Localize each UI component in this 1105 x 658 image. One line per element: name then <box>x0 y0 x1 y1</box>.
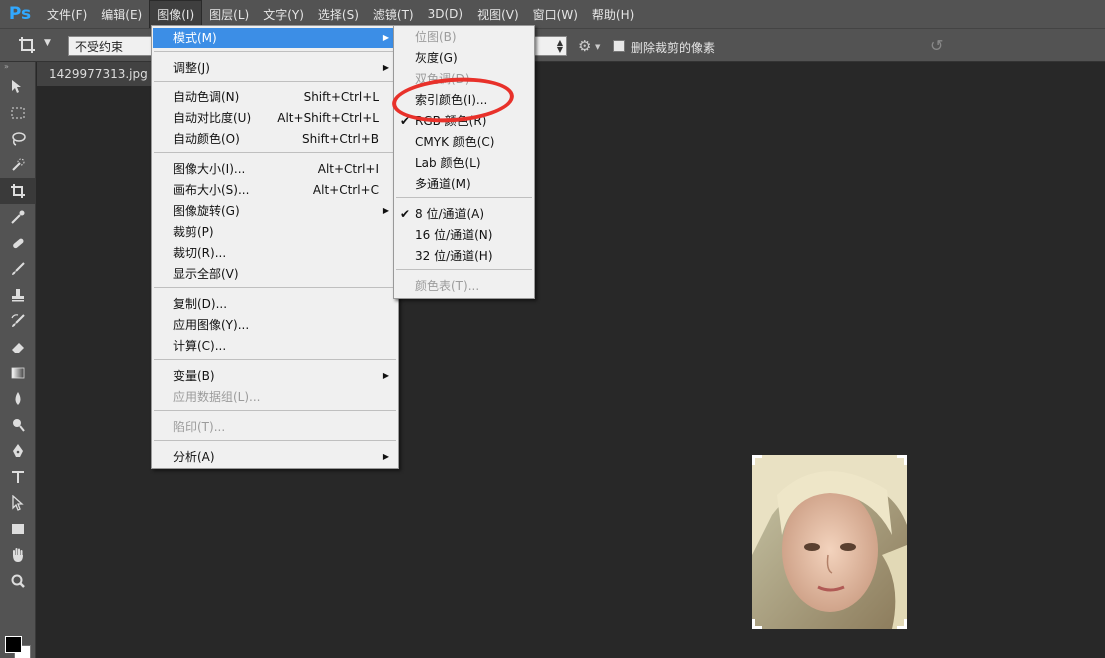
menu-separator <box>154 359 396 360</box>
menu-item-8-bits[interactable]: ✔ 8 位/通道(A) <box>395 204 533 224</box>
panel-grip-icon[interactable]: » <box>0 62 35 74</box>
menu-item-crop[interactable]: 裁剪(P) <box>153 222 397 242</box>
tool-preset-caret-icon[interactable]: ▼ <box>44 38 51 48</box>
foreground-color-swatch[interactable] <box>5 636 22 653</box>
eyedropper-tool-icon[interactable] <box>0 204 36 230</box>
hand-tool-icon[interactable] <box>0 542 36 568</box>
crop-tool-icon[interactable] <box>18 36 40 56</box>
menu-item-canvas-size[interactable]: 画布大小(S)... Alt+Ctrl+C <box>153 180 397 200</box>
menu-item-bitmap: 位图(B) <box>415 30 457 44</box>
menu-edit[interactable]: 编辑(E) <box>94 0 149 28</box>
menu-item-auto-contrast[interactable]: 自动对比度(U) Alt+Shift+Ctrl+L <box>153 108 397 128</box>
menu-separator <box>154 410 396 411</box>
crop-corner-handle[interactable] <box>752 619 755 629</box>
menu-3d[interactable]: 3D(D) <box>421 0 470 28</box>
menu-item-analysis[interactable]: 分析(A) ▶ <box>153 447 397 467</box>
menu-filter[interactable]: 滤镜(T) <box>366 0 421 28</box>
menu-layer[interactable]: 图层(L) <box>202 0 256 28</box>
menu-separator <box>154 287 396 288</box>
menu-separator <box>396 197 532 198</box>
menu-item-mode[interactable]: 模式(M) ▶ <box>153 28 397 48</box>
gradient-tool-icon[interactable] <box>0 360 36 386</box>
type-tool-icon[interactable] <box>0 464 36 490</box>
reset-icon[interactable]: ↺ <box>930 36 943 55</box>
eraser-tool-icon[interactable] <box>0 334 36 360</box>
menu-type[interactable]: 文字(Y) <box>256 0 311 28</box>
menu-window[interactable]: 窗口(W) <box>526 0 585 28</box>
menu-item-lab-color[interactable]: Lab 颜色(L) <box>395 153 533 173</box>
submenu-arrow-icon: ▶ <box>382 371 389 380</box>
menu-item-trap: 陷印(T)... <box>173 420 226 434</box>
clone-stamp-tool-icon[interactable] <box>0 282 36 308</box>
menu-item-multichannel[interactable]: 多通道(M) <box>395 174 533 194</box>
crop-tool-icon[interactable] <box>0 178 36 204</box>
menu-item-adjustments[interactable]: 调整(J) ▶ <box>153 58 397 78</box>
document-tab[interactable]: 1429977313.jpg @ <box>37 62 157 86</box>
stepper-arrows-icon: ▲ ▼ <box>556 38 563 54</box>
menu-select[interactable]: 选择(S) <box>311 0 366 28</box>
menu-item-cmyk-color[interactable]: CMYK 颜色(C) <box>395 132 533 152</box>
photoshop-logo: Ps <box>8 4 32 24</box>
menu-item-color-table: 颜色表(T)... <box>415 279 480 293</box>
menu-help[interactable]: 帮助(H) <box>585 0 641 28</box>
blur-tool-icon[interactable] <box>0 386 36 412</box>
submenu-arrow-icon: ▶ <box>382 206 389 215</box>
menu-item-32-bits[interactable]: 32 位/通道(H) <box>395 246 533 266</box>
menu-item-calculations[interactable]: 计算(C)... <box>153 336 397 356</box>
menu-item-image-rotation[interactable]: 图像旋转(G) ▶ <box>153 201 397 221</box>
menu-bar: Ps 文件(F) 编辑(E) 图像(I) 图层(L) 文字(Y) 选择(S) 滤… <box>0 0 1105 28</box>
submenu-arrow-icon: ▶ <box>382 33 389 42</box>
pen-tool-icon[interactable] <box>0 438 36 464</box>
delete-cropped-checkbox[interactable] <box>613 40 625 52</box>
quick-selection-tool-icon[interactable] <box>0 152 36 178</box>
menu-item-variables[interactable]: 变量(B) ▶ <box>153 366 397 386</box>
menu-item-reveal-all[interactable]: 显示全部(V) <box>153 264 397 284</box>
menu-item-grayscale[interactable]: 灰度(G) <box>395 48 533 68</box>
menu-separator <box>396 269 532 270</box>
crop-corner-handle[interactable] <box>752 455 755 465</box>
menu-item-image-size[interactable]: 图像大小(I)... Alt+Ctrl+I <box>153 159 397 179</box>
menu-item-trim[interactable]: 裁切(R)... <box>153 243 397 263</box>
path-selection-tool-icon[interactable] <box>0 490 36 516</box>
crop-corner-handle[interactable] <box>904 455 907 465</box>
brush-tool-icon[interactable] <box>0 256 36 282</box>
menu-item-auto-color[interactable]: 自动颜色(O) Shift+Ctrl+B <box>153 129 397 149</box>
menu-item-apply-data-set: 应用数据组(L)... <box>173 390 261 404</box>
menu-image[interactable]: 图像(I) <box>149 0 203 28</box>
crop-corner-handle[interactable] <box>904 619 907 629</box>
zoom-tool-icon[interactable] <box>0 568 36 594</box>
menu-item-duplicate[interactable]: 复制(D)... <box>153 294 397 314</box>
menu-separator <box>154 152 396 153</box>
mode-submenu: 位图(B) 灰度(G) 双色调(D) 索引颜色(I)... ✔ RGB 颜色(R… <box>393 25 535 299</box>
image-menu: 模式(M) ▶ 调整(J) ▶ 自动色调(N) Shift+Ctrl+L 自动对比度(… <box>151 25 399 469</box>
menu-file[interactable]: 文件(F) <box>40 0 94 28</box>
marquee-tool-icon[interactable] <box>0 100 36 126</box>
gear-caret-icon[interactable]: ▼ <box>595 43 600 51</box>
crop-ratio-select[interactable]: 不受约束 <box>68 36 152 56</box>
menu-separator <box>154 81 396 82</box>
move-tool-icon[interactable] <box>0 74 36 100</box>
crop-option-select[interactable]: ▲ ▼ <box>533 36 567 56</box>
rectangle-tool-icon[interactable] <box>0 516 36 542</box>
history-brush-tool-icon[interactable] <box>0 308 36 334</box>
checkmark-icon: ✔ <box>400 207 411 221</box>
submenu-arrow-icon: ▶ <box>382 452 389 461</box>
lasso-tool-icon[interactable] <box>0 126 36 152</box>
canvas-image[interactable] <box>752 455 907 629</box>
menu-view[interactable]: 视图(V) <box>470 0 526 28</box>
menu-item-auto-tone[interactable]: 自动色调(N) Shift+Ctrl+L <box>153 87 397 107</box>
menu-separator <box>154 440 396 441</box>
menu-separator <box>154 51 396 52</box>
dodge-tool-icon[interactable] <box>0 412 36 438</box>
healing-brush-tool-icon[interactable] <box>0 230 36 256</box>
gear-icon[interactable]: ⚙ <box>578 37 591 55</box>
delete-cropped-label: 删除裁剪的像素 <box>631 41 716 55</box>
menu-item-apply-image[interactable]: 应用图像(Y)... <box>153 315 397 335</box>
submenu-arrow-icon: ▶ <box>382 63 389 72</box>
menu-item-16-bits[interactable]: 16 位/通道(N) <box>395 225 533 245</box>
tools-panel: » <box>0 62 36 658</box>
